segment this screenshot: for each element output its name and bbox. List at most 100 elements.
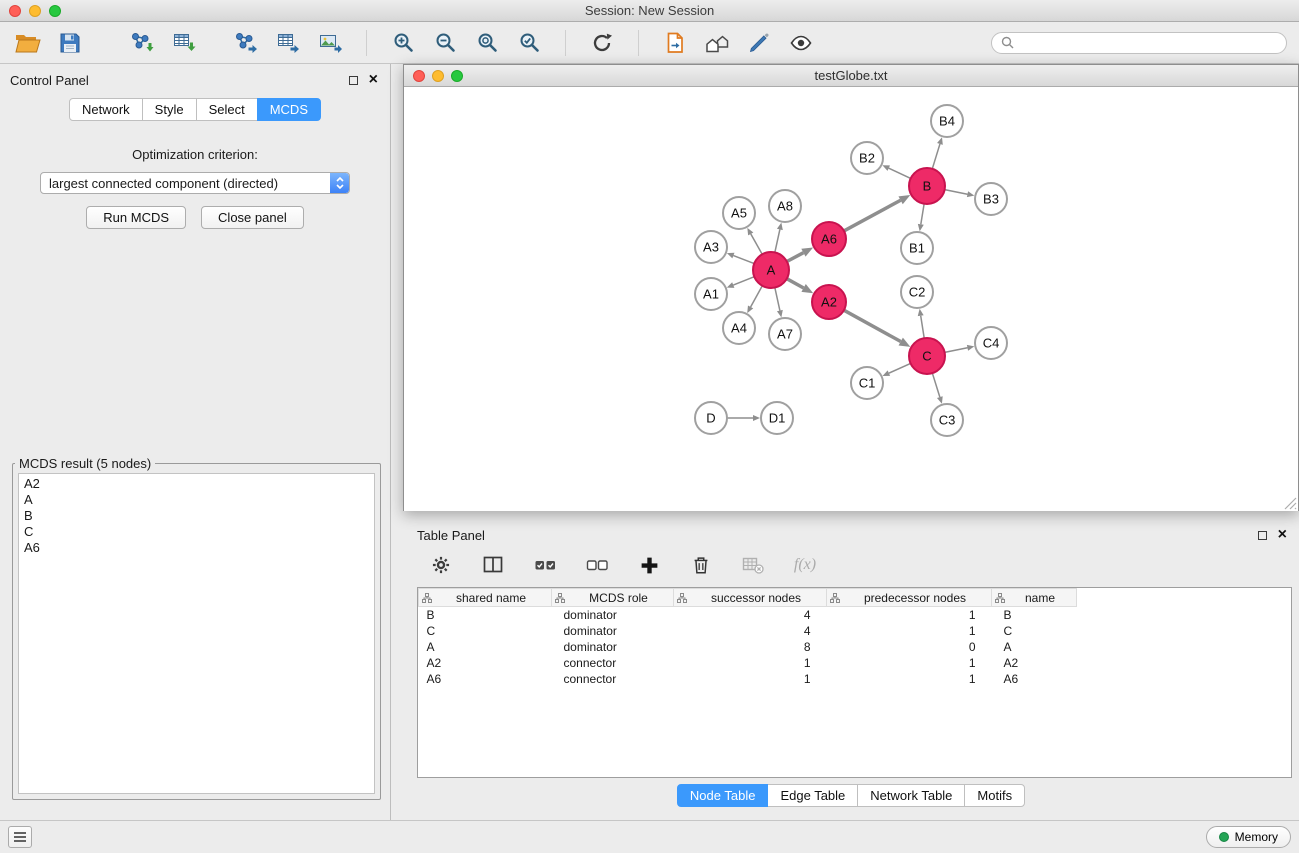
minimize-window-button[interactable] xyxy=(29,5,41,17)
memory-button[interactable]: Memory xyxy=(1206,826,1291,848)
export-image-button[interactable] xyxy=(314,27,346,59)
network-edge[interactable] xyxy=(775,288,780,311)
network-edge[interactable] xyxy=(889,168,911,178)
refresh-view-button[interactable] xyxy=(586,27,618,59)
table-cell[interactable]: 8 xyxy=(674,639,827,655)
delete-table-button[interactable] xyxy=(737,549,769,581)
zoom-selected-button[interactable] xyxy=(513,27,545,59)
export-table-button[interactable] xyxy=(272,27,304,59)
network-node[interactable]: B3 xyxy=(975,183,1007,215)
tab-mcds[interactable]: MCDS xyxy=(257,98,321,121)
close-table-panel-icon[interactable]: × xyxy=(1278,530,1287,540)
network-node[interactable]: B xyxy=(909,168,945,204)
table-row[interactable]: A2connector11A2 xyxy=(419,655,1077,671)
network-edge[interactable] xyxy=(751,286,763,307)
import-table-button[interactable] xyxy=(168,27,200,59)
table-cell[interactable]: 4 xyxy=(674,623,827,639)
first-neighbors-button[interactable] xyxy=(659,27,691,59)
tab-network[interactable]: Network xyxy=(69,98,143,121)
column-header-mcds-role[interactable]: MCDS role xyxy=(552,589,674,607)
mcds-result-item[interactable]: A6 xyxy=(24,540,369,556)
network-edge[interactable] xyxy=(945,348,968,353)
tab-motifs[interactable]: Motifs xyxy=(964,784,1025,807)
network-node[interactable]: C1 xyxy=(851,367,883,399)
network-node[interactable]: A6 xyxy=(812,222,846,256)
network-node[interactable]: A xyxy=(753,252,789,288)
network-node[interactable]: B1 xyxy=(901,232,933,264)
close-panel-button[interactable]: Close panel xyxy=(201,206,304,229)
zoom-in-button[interactable] xyxy=(387,27,419,59)
network-edge[interactable] xyxy=(787,279,804,288)
column-header-successor-nodes[interactable]: successor nodes xyxy=(674,589,827,607)
select-all-columns-button[interactable] xyxy=(529,549,561,581)
mcds-result-item[interactable]: B xyxy=(24,508,369,524)
table-cell[interactable]: A6 xyxy=(419,671,552,687)
network-node[interactable]: C4 xyxy=(975,327,1007,359)
table-cell[interactable]: dominator xyxy=(552,607,674,623)
tab-edge-table[interactable]: Edge Table xyxy=(767,784,858,807)
network-node[interactable]: A4 xyxy=(723,312,755,344)
table-cell[interactable]: A6 xyxy=(992,671,1077,687)
table-cell[interactable]: 4 xyxy=(674,607,827,623)
network-edge[interactable] xyxy=(844,310,901,341)
table-row[interactable]: Cdominator41C xyxy=(419,623,1077,639)
zoom-out-button[interactable] xyxy=(429,27,461,59)
table-cell[interactable]: 1 xyxy=(674,671,827,687)
network-edge[interactable] xyxy=(889,363,911,373)
table-cell[interactable]: A2 xyxy=(992,655,1077,671)
show-panels-button[interactable] xyxy=(8,826,32,848)
network-close-button[interactable] xyxy=(413,70,425,82)
float-table-panel-icon[interactable] xyxy=(1258,531,1267,540)
network-node[interactable]: B2 xyxy=(851,142,883,174)
network-edge[interactable] xyxy=(733,256,754,264)
zoom-fit-button[interactable] xyxy=(471,27,503,59)
network-edge[interactable] xyxy=(751,234,762,254)
import-network-button[interactable] xyxy=(126,27,158,59)
optimization-criterion-dropdown[interactable]: largest connected component (directed) xyxy=(40,172,350,194)
table-cell[interactable]: A xyxy=(992,639,1077,655)
network-node[interactable]: A1 xyxy=(695,278,727,310)
network-edge[interactable] xyxy=(775,229,780,252)
tab-network-table[interactable]: Network Table xyxy=(857,784,965,807)
table-cell[interactable]: C xyxy=(419,623,552,639)
network-edge[interactable] xyxy=(945,190,968,195)
table-cell[interactable]: 0 xyxy=(827,639,992,655)
mcds-result-item[interactable]: A xyxy=(24,492,369,508)
network-node[interactable]: A3 xyxy=(695,231,727,263)
resize-grip[interactable] xyxy=(1284,497,1297,510)
table-row[interactable]: Adominator80A xyxy=(419,639,1077,655)
network-edge[interactable] xyxy=(921,204,924,225)
network-edge[interactable] xyxy=(787,253,804,262)
search-field[interactable] xyxy=(991,32,1287,54)
close-window-button[interactable] xyxy=(9,5,21,17)
network-node[interactable]: D1 xyxy=(761,402,793,434)
network-node[interactable]: C xyxy=(909,338,945,374)
network-node[interactable]: B4 xyxy=(931,105,963,137)
network-canvas[interactable]: B4B2BB3A5A8A6B1A3AC2A1A2A4A7C4CC1C3DD1 xyxy=(404,87,1298,511)
network-edge[interactable] xyxy=(733,277,754,285)
column-header-predecessor-nodes[interactable]: predecessor nodes xyxy=(827,589,992,607)
table-cell[interactable]: B xyxy=(992,607,1077,623)
float-panel-icon[interactable] xyxy=(349,76,358,85)
run-mcds-button[interactable]: Run MCDS xyxy=(86,206,186,229)
table-cell[interactable]: B xyxy=(419,607,552,623)
zoom-window-button[interactable] xyxy=(49,5,61,17)
network-window-titlebar[interactable]: testGlobe.txt xyxy=(404,65,1298,87)
network-edge[interactable] xyxy=(932,373,939,397)
search-input[interactable] xyxy=(1020,35,1277,51)
table-row[interactable]: A6connector11A6 xyxy=(419,671,1077,687)
column-header-name[interactable]: name xyxy=(992,589,1077,607)
table-cell[interactable]: 1 xyxy=(827,671,992,687)
network-overview-button[interactable] xyxy=(701,27,733,59)
network-node[interactable]: C2 xyxy=(901,276,933,308)
table-cell[interactable]: 1 xyxy=(827,623,992,639)
network-zoom-button[interactable] xyxy=(451,70,463,82)
tab-node-table[interactable]: Node Table xyxy=(677,784,769,807)
table-cell[interactable]: 1 xyxy=(827,607,992,623)
table-cell[interactable]: A2 xyxy=(419,655,552,671)
network-edge[interactable] xyxy=(921,316,925,339)
table-cell[interactable]: 1 xyxy=(827,655,992,671)
column-header-shared-name[interactable]: shared name xyxy=(419,589,552,607)
toggle-split-view-button[interactable] xyxy=(477,549,509,581)
save-session-button[interactable] xyxy=(54,27,86,59)
